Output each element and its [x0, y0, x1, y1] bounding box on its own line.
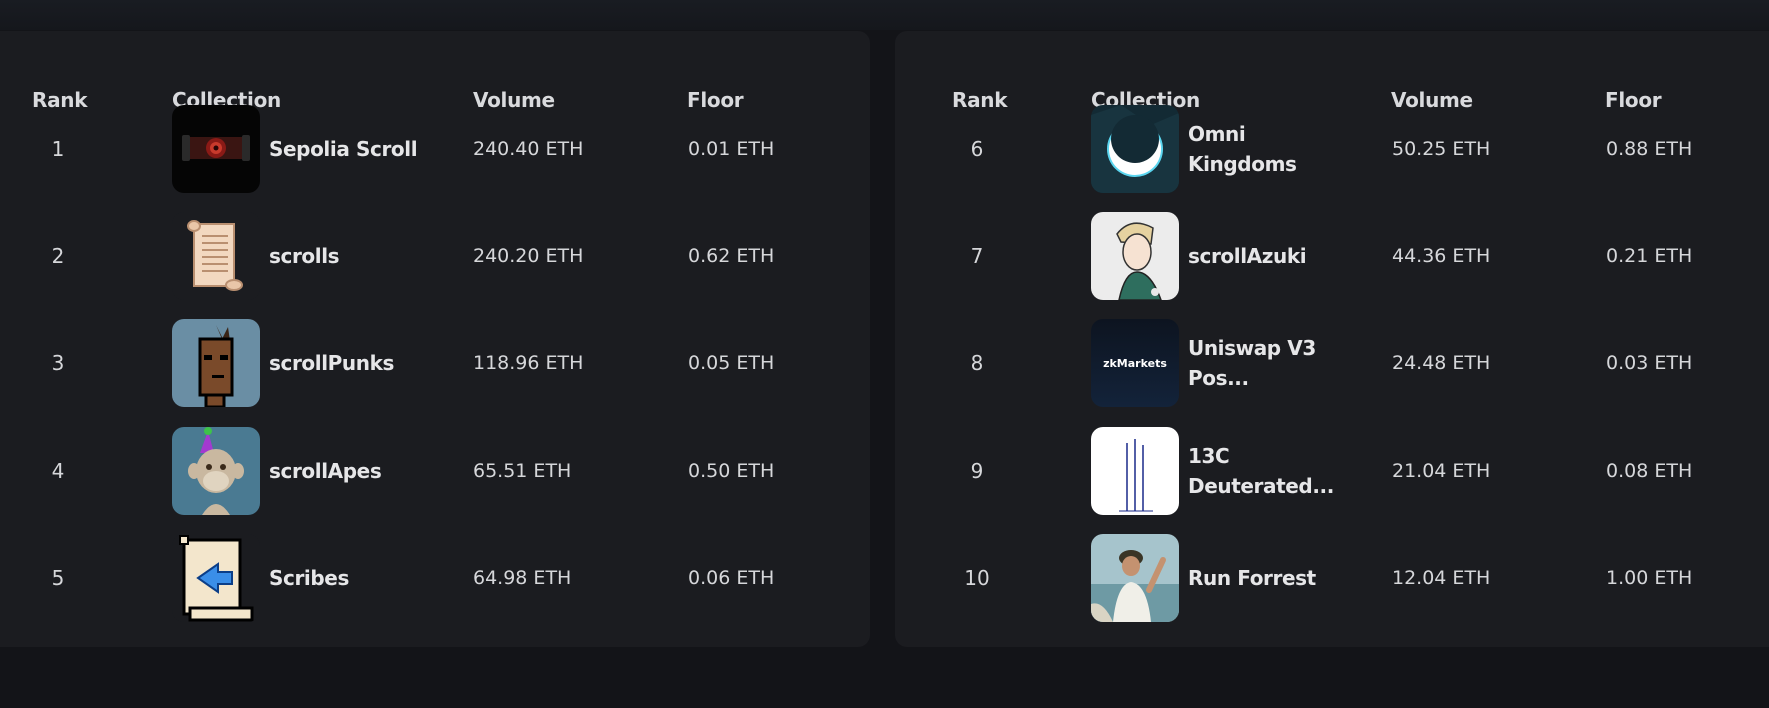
floor-value: 0.03 ETH: [1606, 352, 1693, 374]
collection-name[interactable]: Run Forrest: [1188, 534, 1338, 622]
volume-value: 24.48 ETH: [1392, 352, 1491, 374]
floor-value: 0.05 ETH: [688, 352, 775, 374]
scrollapes-thumbnail[interactable]: [172, 427, 260, 515]
sepolia-scroll-thumbnail[interactable]: [172, 105, 260, 193]
rank-value: 1: [51, 137, 65, 161]
scribes-thumbnail[interactable]: [172, 534, 260, 622]
volume-value: 44.36 ETH: [1392, 245, 1491, 267]
volume-value: 21.04 ETH: [1392, 460, 1491, 482]
volume-value: 65.51 ETH: [473, 460, 572, 482]
floor-value: 0.01 ETH: [688, 138, 775, 160]
floor-value: 0.06 ETH: [688, 567, 775, 589]
volume-value: 240.20 ETH: [473, 245, 584, 267]
rank-value: 9: [970, 459, 984, 483]
table-row[interactable]: 2 scrolls 240.20 ETH 0.62 ETH: [0, 212, 870, 300]
rankings-panel-right: Rank Collection Volume Floor 6 Omni King…: [895, 31, 1769, 647]
rank-value: 3: [51, 351, 65, 375]
table-row[interactable]: 6 Omni Kingdoms 50.25 ETH 0.88 ETH: [895, 105, 1769, 193]
floor-value: 0.50 ETH: [688, 460, 775, 482]
collection-name[interactable]: Sepolia Scroll: [269, 105, 419, 193]
rank-value: 2: [51, 244, 65, 268]
collection-name[interactable]: Omni Kingdoms: [1188, 105, 1308, 193]
floor-value: 1.00 ETH: [1606, 567, 1693, 589]
floor-value: 0.88 ETH: [1606, 138, 1693, 160]
table-row[interactable]: 4 scrollApes 65.51 ETH 0.50 ETH: [0, 427, 870, 515]
collection-name[interactable]: Uniswap V3 Pos...: [1188, 319, 1318, 407]
floor-value: 0.21 ETH: [1606, 245, 1693, 267]
volume-value: 64.98 ETH: [473, 567, 572, 589]
rank-value: 6: [970, 137, 984, 161]
zkmarkets-logo-text: zkMarkets: [1103, 356, 1167, 370]
collection-name[interactable]: scrollApes: [269, 427, 419, 515]
table-row[interactable]: 3 scrollPunks 118.96 ETH 0.05 ETH: [0, 319, 870, 407]
volume-value: 50.25 ETH: [1392, 138, 1491, 160]
collection-name[interactable]: Scribes: [269, 534, 419, 622]
collection-name[interactable]: scrolls: [269, 212, 419, 300]
top-bar: [0, 0, 1769, 30]
volume-value: 118.96 ETH: [473, 352, 584, 374]
run-forrest-thumbnail[interactable]: [1091, 534, 1179, 622]
rank-value: 5: [51, 566, 65, 590]
floor-value: 0.62 ETH: [688, 245, 775, 267]
rankings-panel-left: Rank Collection Volume Floor 1 Sepolia S…: [0, 31, 870, 647]
table-row[interactable]: 1 Sepolia Scroll 240.40 ETH 0.01 ETH: [0, 105, 870, 193]
collection-name[interactable]: 13C Deuterated...: [1188, 427, 1334, 515]
scrolls-thumbnail[interactable]: [172, 212, 260, 300]
table-row[interactable]: 10 Run Forrest 12.04 ETH 1.00 ETH: [895, 534, 1769, 622]
table-row[interactable]: 7 scrollAzuki 44.36 ETH 0.21 ETH: [895, 212, 1769, 300]
rank-value: 8: [970, 351, 984, 375]
table-row[interactable]: 9 13C Deuterated... 21.04 ETH 0.08 ETH: [895, 427, 1769, 515]
zkmarkets-thumbnail[interactable]: zkMarkets: [1091, 319, 1179, 407]
13c-spectrum-thumbnail[interactable]: [1091, 427, 1179, 515]
volume-value: 240.40 ETH: [473, 138, 584, 160]
rank-value: 4: [51, 459, 65, 483]
collection-name[interactable]: scrollAzuki: [1188, 212, 1338, 300]
rank-value: 10: [964, 566, 990, 590]
volume-value: 12.04 ETH: [1392, 567, 1491, 589]
table-row[interactable]: 8 zkMarkets Uniswap V3 Pos... 24.48 ETH …: [895, 319, 1769, 407]
rank-value: 7: [970, 244, 984, 268]
table-row[interactable]: 5 Scribes 64.98 ETH 0.06 ETH: [0, 534, 870, 622]
floor-value: 0.08 ETH: [1606, 460, 1693, 482]
scrollpunks-thumbnail[interactable]: [172, 319, 260, 407]
scrollazuki-thumbnail[interactable]: [1091, 212, 1179, 300]
collection-name[interactable]: scrollPunks: [269, 319, 419, 407]
omni-kingdoms-thumbnail[interactable]: [1091, 105, 1179, 193]
